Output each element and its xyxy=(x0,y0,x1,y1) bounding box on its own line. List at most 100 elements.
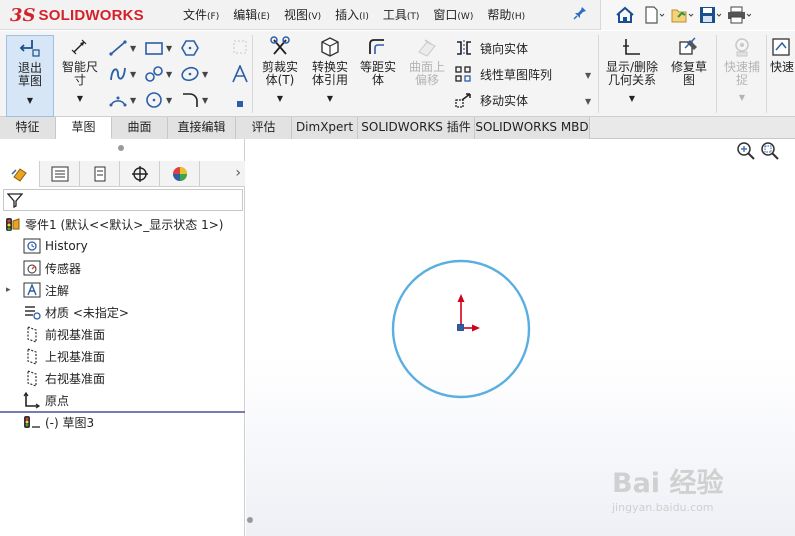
tree-node-front-plane[interactable]: 前视基准面 xyxy=(22,324,105,344)
annotations-label: 注解 xyxy=(45,283,70,298)
tab-dimxpert[interactable]: DimXpert xyxy=(292,117,358,139)
point-icon xyxy=(237,101,243,107)
exit-sketch-button[interactable]: 退出草图 ▼ xyxy=(6,35,54,117)
featuremanager-icon xyxy=(10,168,27,182)
configurationmanager-tab[interactable] xyxy=(80,161,120,187)
mirror-entities-button[interactable]: 镜向实体 xyxy=(454,38,528,58)
tree-node-material[interactable]: 材质 <未指定> xyxy=(22,302,129,322)
chevron-down-icon: ▼ xyxy=(738,93,746,102)
fillet-tool[interactable]: ▼ xyxy=(180,90,216,110)
menu-view[interactable]: 视图(V) xyxy=(277,0,328,30)
move-icon xyxy=(455,93,471,108)
arc-tool[interactable]: ▼ xyxy=(108,90,144,110)
tree-node-sketch[interactable]: (-) 草图3 xyxy=(22,412,94,432)
save-icon[interactable] xyxy=(699,4,727,26)
part-icon xyxy=(2,215,22,233)
tree-filter-input[interactable] xyxy=(3,189,243,211)
menu-file[interactable]: 文件(F) xyxy=(176,0,226,30)
plane-tool-disabled xyxy=(232,39,248,58)
repair-sketch-button[interactable]: 修复草图 xyxy=(666,35,712,87)
fillet-icon xyxy=(183,93,198,107)
expand-arrow-icon[interactable]: ▸ xyxy=(6,285,22,295)
menu-insert[interactable]: 插入(I) xyxy=(328,0,376,30)
trim-entities-button[interactable]: 剪裁实体(T) ▼ xyxy=(256,35,304,105)
tree-node-history[interactable]: History xyxy=(22,236,88,256)
plane-icon xyxy=(233,40,247,54)
menu-edit[interactable]: 编辑(E) xyxy=(226,0,277,30)
repair-sketch-icon xyxy=(666,35,712,59)
tree-node-annotations[interactable]: ▸ 注解 xyxy=(6,280,69,300)
text-tool[interactable] xyxy=(230,64,250,86)
tab-surfaces[interactable]: 曲面 xyxy=(112,117,168,139)
crosshair-icon xyxy=(131,166,148,182)
offset-on-surface-label: 曲面上偏移 xyxy=(408,60,445,87)
panel-bottom-grip[interactable] xyxy=(247,517,253,523)
sketch-label: (-) 草图3 xyxy=(45,415,95,430)
chevron-down-icon[interactable]: ▼ xyxy=(585,71,591,80)
display-color-wheel-icon xyxy=(172,167,187,181)
show-relations-button[interactable]: 显示/删除几何关系 ▼ xyxy=(602,35,662,105)
dimxpertmanager-tab[interactable] xyxy=(120,161,160,187)
tab-solidworks-addins[interactable]: SOLIDWORKS 插件 xyxy=(358,117,475,139)
offset-entities-button[interactable]: 等距实体 xyxy=(356,35,400,87)
offset-entities-icon xyxy=(356,35,400,59)
point-tool[interactable] xyxy=(236,97,244,111)
home-icon[interactable] xyxy=(615,4,643,26)
featuremanager-tab[interactable] xyxy=(0,161,40,187)
chevron-down-icon: ▼ xyxy=(276,94,284,103)
polygon-tool[interactable] xyxy=(180,38,216,58)
tab-sketch[interactable]: 草图 xyxy=(56,117,112,139)
baidu-jingyan-watermark: Bai 经验 jingyan.baidu.com xyxy=(612,457,792,519)
smart-dimension-button[interactable]: 智能尺寸 ▼ xyxy=(56,35,104,105)
graphics-area[interactable]: Bai 经验 jingyan.baidu.com xyxy=(246,139,795,536)
propertymanager-tab[interactable] xyxy=(40,161,80,187)
line-tool[interactable]: ▼ xyxy=(108,38,144,58)
chevron-down-icon: ▼ xyxy=(26,96,34,105)
chevron-down-icon[interactable]: ▼ xyxy=(585,97,591,106)
menu-tools[interactable]: 工具(T) xyxy=(376,0,427,30)
move-entities-button[interactable]: 移动实体 xyxy=(454,90,528,110)
sketch-status-icon xyxy=(22,413,42,431)
tab-features[interactable]: 特征 xyxy=(0,117,56,139)
smart-dimension-icon xyxy=(56,35,104,59)
ribbon-separator xyxy=(252,35,253,113)
tab-direct-editing[interactable]: 直接编辑 xyxy=(168,117,236,139)
open-folder-icon[interactable] xyxy=(671,4,699,26)
offset-on-surface-button: 曲面上偏移 xyxy=(404,35,450,87)
tree-node-sensors[interactable]: 传感器 xyxy=(22,258,81,278)
mirror-label: 镜向实体 xyxy=(480,41,529,56)
linear-pattern-button[interactable]: 线性草图阵列 xyxy=(454,64,552,84)
slot-tool[interactable]: ▼ xyxy=(144,64,180,84)
displaymanager-tab[interactable] xyxy=(160,161,200,187)
feature-manager-panel: › 零件1 (默认<<默认>_显示状态 1>) History 传感器 ▸ 注解… xyxy=(0,139,245,536)
watermark-url-text: jingyan.baidu.com xyxy=(612,501,714,514)
chevron-down-icon: ▼ xyxy=(326,94,334,103)
menu-window[interactable]: 窗口(W) xyxy=(426,0,480,30)
origin-point[interactable] xyxy=(457,324,464,331)
line-icon xyxy=(109,40,127,56)
pin-icon[interactable] xyxy=(573,6,587,24)
trim-label: 剪裁实体(T) xyxy=(261,60,298,87)
new-document-icon[interactable] xyxy=(643,4,671,26)
tab-solidworks-mbd[interactable]: SOLIDWORKS MBD xyxy=(475,117,590,139)
tab-evaluate[interactable]: 评估 xyxy=(236,117,292,139)
tree-node-right-plane[interactable]: 右视基准面 xyxy=(22,368,105,388)
menu-help[interactable]: 帮助(H) xyxy=(480,0,532,30)
rapid-sketch-button[interactable]: 快速 xyxy=(770,35,795,74)
print-icon[interactable] xyxy=(727,4,755,26)
trim-icon xyxy=(256,35,304,59)
ribbon-separator xyxy=(716,35,717,113)
spline-tool[interactable]: ▼ xyxy=(108,64,144,84)
chevron-right-icon[interactable]: › xyxy=(235,165,241,181)
convert-entities-button[interactable]: 转换实体引用 ▼ xyxy=(306,35,354,105)
ellipse-tool[interactable]: ▼ xyxy=(144,90,180,110)
tree-node-origin[interactable]: 原点 xyxy=(22,390,69,410)
rectangle-tool[interactable]: ▼ xyxy=(144,38,180,58)
plane-icon xyxy=(22,325,42,343)
tree-node-top-plane[interactable]: 上视基准面 xyxy=(22,346,105,366)
tree-node-part[interactable]: 零件1 (默认<<默认>_显示状态 1>) xyxy=(2,214,223,234)
panel-splitter-grip[interactable] xyxy=(118,145,124,151)
offset-entities-label: 等距实体 xyxy=(359,60,396,87)
circle-tool[interactable]: ▼ xyxy=(180,64,216,84)
propertymanager-icon xyxy=(51,166,68,182)
